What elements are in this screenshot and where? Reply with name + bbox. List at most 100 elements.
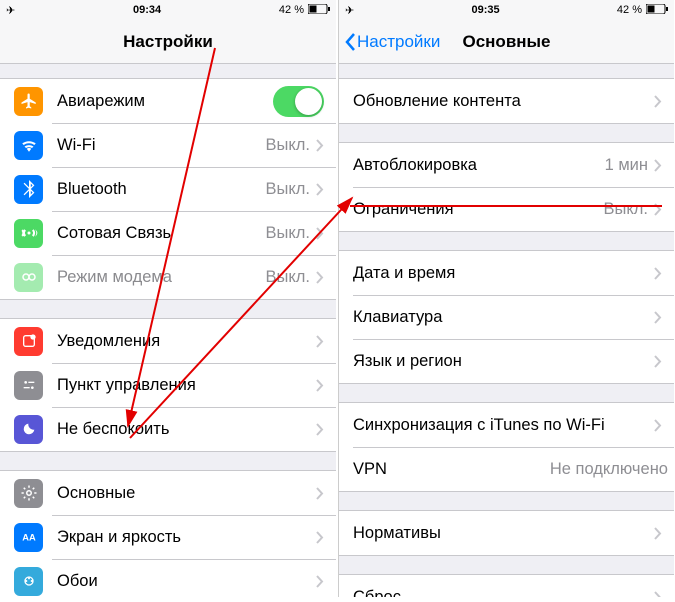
general-list[interactable]: Обновление контента Автоблокировка 1 мин…	[339, 64, 674, 597]
row-wallpaper[interactable]: Обои	[0, 559, 336, 597]
row-label: Не беспокоить	[57, 420, 316, 439]
chevron-right-icon	[316, 271, 324, 284]
chevron-right-icon	[654, 267, 662, 280]
group-connectivity: Авиарежим Wi-Fi Выкл. Bluetooth Выкл. Со…	[0, 78, 336, 300]
phone-settings-root: ✈︎ 09:34 42 % Настройки Авиарежим Wi-Fi …	[0, 0, 336, 597]
svg-text:AA: AA	[22, 532, 36, 542]
status-time: 09:35	[472, 4, 500, 16]
row-label: Wi-Fi	[57, 136, 266, 155]
chevron-right-icon	[654, 419, 662, 432]
row-label: Обои	[57, 572, 316, 591]
chevron-right-icon	[654, 159, 662, 172]
row-label: Сотовая Связь	[57, 224, 266, 243]
control-center-icon	[14, 371, 43, 400]
row-restrictions[interactable]: Ограничения Выкл.	[339, 187, 674, 231]
status-time: 09:34	[133, 4, 161, 16]
wifi-icon	[14, 131, 43, 160]
row-wifi[interactable]: Wi-Fi Выкл.	[0, 123, 336, 167]
row-notifications[interactable]: Уведомления	[0, 319, 336, 363]
chevron-right-icon	[316, 183, 324, 196]
row-dnd[interactable]: Не беспокоить	[0, 407, 336, 451]
chevron-right-icon	[316, 139, 324, 152]
chevron-right-icon	[316, 531, 324, 544]
row-vpn[interactable]: VPN Не подключено	[339, 447, 674, 491]
back-label: Настройки	[357, 32, 440, 52]
row-general[interactable]: Основные	[0, 471, 336, 515]
row-label: Уведомления	[57, 332, 316, 351]
chevron-right-icon	[316, 487, 324, 500]
row-label: Авиарежим	[57, 92, 273, 111]
hotspot-icon	[14, 263, 43, 292]
battery-percent: 42 %	[617, 4, 642, 16]
row-autolock[interactable]: Автоблокировка 1 мин	[339, 143, 674, 187]
row-regulatory[interactable]: Нормативы	[339, 511, 674, 555]
row-airplane-mode[interactable]: Авиарежим	[0, 79, 336, 123]
settings-list[interactable]: Авиарежим Wi-Fi Выкл. Bluetooth Выкл. Со…	[0, 64, 336, 597]
group-notifications: Уведомления Пункт управления Не беспокои…	[0, 318, 336, 452]
row-value: Выкл.	[604, 200, 648, 219]
chevron-right-icon	[316, 575, 324, 588]
row-value: Выкл.	[266, 136, 310, 155]
battery-percent: 42 %	[279, 4, 304, 16]
navbar: Настройки	[0, 20, 336, 64]
bluetooth-icon	[14, 175, 43, 204]
group-content-refresh: Обновление контента	[339, 78, 674, 124]
row-label: Синхронизация с iTunes по Wi-Fi	[353, 416, 654, 435]
row-label: Сброс	[353, 588, 654, 598]
row-label: Автоблокировка	[353, 156, 605, 175]
display-icon: AA	[14, 523, 43, 552]
row-datetime[interactable]: Дата и время	[339, 251, 674, 295]
row-display[interactable]: AA Экран и яркость	[0, 515, 336, 559]
row-cellular[interactable]: Сотовая Связь Выкл.	[0, 211, 336, 255]
wallpaper-icon	[14, 567, 43, 596]
chevron-right-icon	[316, 423, 324, 436]
row-label: Пункт управления	[57, 376, 316, 395]
chevron-right-icon	[654, 527, 662, 540]
page-title: Основные	[462, 32, 550, 52]
row-label: Режим модема	[57, 268, 266, 287]
row-itunes-sync[interactable]: Синхронизация с iTunes по Wi-Fi	[339, 403, 674, 447]
chevron-right-icon	[316, 227, 324, 240]
row-reset[interactable]: Сброс	[339, 575, 674, 597]
row-language-region[interactable]: Язык и регион	[339, 339, 674, 383]
airplane-icon	[14, 87, 43, 116]
row-value: 1 мин	[605, 156, 648, 175]
phone-general: ✈︎ 09:35 42 % Настройки Основные Обновле…	[338, 0, 674, 597]
chevron-right-icon	[654, 203, 662, 216]
row-label: VPN	[353, 460, 550, 479]
gear-icon	[14, 479, 43, 508]
row-value: Выкл.	[266, 180, 310, 199]
battery-icon	[646, 4, 668, 17]
group-regulatory: Нормативы	[339, 510, 674, 556]
airplane-status-icon: ✈︎	[6, 4, 15, 17]
group-datetime: Дата и время Клавиатура Язык и регион	[339, 250, 674, 384]
group-reset: Сброс	[339, 574, 674, 597]
row-keyboard[interactable]: Клавиатура	[339, 295, 674, 339]
chevron-right-icon	[316, 379, 324, 392]
status-bar: ✈︎ 09:35 42 %	[339, 0, 674, 20]
airplane-toggle[interactable]	[273, 86, 324, 117]
row-label: Основные	[57, 484, 316, 503]
page-title: Настройки	[123, 32, 213, 52]
notifications-icon	[14, 327, 43, 356]
row-hotspot[interactable]: Режим модема Выкл.	[0, 255, 336, 299]
row-label: Обновление контента	[353, 92, 654, 111]
status-bar: ✈︎ 09:34 42 %	[0, 0, 336, 20]
group-general: Основные AA Экран и яркость Обои Звуки T…	[0, 470, 336, 597]
row-label: Bluetooth	[57, 180, 266, 199]
chevron-right-icon	[654, 355, 662, 368]
group-sync-vpn: Синхронизация с iTunes по Wi-Fi VPN Не п…	[339, 402, 674, 492]
moon-icon	[14, 415, 43, 444]
back-button[interactable]: Настройки	[343, 32, 440, 52]
row-control-center[interactable]: Пункт управления	[0, 363, 336, 407]
row-label: Клавиатура	[353, 308, 654, 327]
row-bluetooth[interactable]: Bluetooth Выкл.	[0, 167, 336, 211]
row-label: Язык и регион	[353, 352, 654, 371]
row-label: Экран и яркость	[57, 528, 316, 547]
navbar: Настройки Основные	[339, 20, 674, 64]
row-content-refresh[interactable]: Обновление контента	[339, 79, 674, 123]
battery-icon	[308, 4, 330, 17]
row-value: Не подключено	[550, 460, 668, 479]
cellular-icon	[14, 219, 43, 248]
chevron-right-icon	[316, 335, 324, 348]
